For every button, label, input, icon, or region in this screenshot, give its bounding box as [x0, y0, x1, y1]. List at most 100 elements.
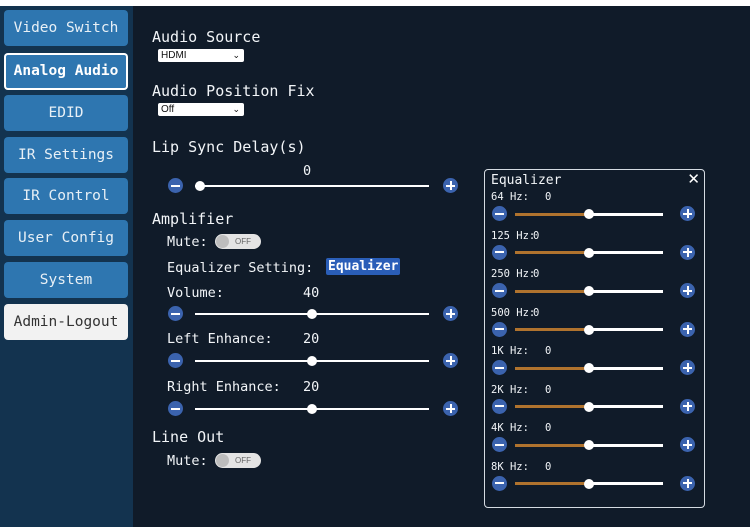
eq-band-decrease-button[interactable]	[492, 437, 507, 452]
eq-band-slider[interactable]	[515, 286, 663, 296]
toggle-knob	[216, 454, 229, 467]
slider-thumb[interactable]	[584, 363, 594, 373]
slider-thumb[interactable]	[584, 247, 594, 258]
eq-band-slider[interactable]	[515, 440, 663, 450]
eq-band-value: 0	[533, 229, 540, 242]
volume-label: Volume:	[167, 285, 224, 301]
lip-sync-increase-button[interactable]	[443, 178, 458, 193]
eq-band-slider[interactable]	[515, 478, 663, 489]
sidebar: Video Switch Analog Audio EDID IR Settin…	[0, 6, 133, 527]
eq-band-label: 4K Hz:	[491, 422, 529, 434]
audio-source-value: HDMI	[161, 50, 187, 61]
slider-fill	[515, 443, 589, 447]
eq-band-label: 1K Hz:	[491, 345, 529, 357]
volume-value: 40	[303, 285, 320, 301]
lip-sync-decrease-button[interactable]	[168, 178, 183, 193]
nav-ir-settings[interactable]: IR Settings	[4, 137, 128, 173]
equalizer-button[interactable]: Equalizer	[326, 258, 401, 275]
eq-band-slider[interactable]	[515, 401, 663, 412]
lineout-mute-toggle[interactable]: OFF	[215, 453, 261, 468]
audio-position-fix-value: Off	[161, 104, 175, 115]
nav-system[interactable]: System	[4, 262, 128, 298]
left-enhance-increase-button[interactable]	[443, 353, 458, 368]
nav-user-config[interactable]: User Config	[4, 220, 128, 256]
nav-admin-logout[interactable]: Admin-Logout	[4, 304, 128, 340]
nav-analog-audio[interactable]: Analog Audio	[4, 53, 128, 90]
eq-band-slider[interactable]	[515, 363, 663, 373]
lip-sync-value: 0	[303, 163, 312, 179]
equalizer-panel: Equalizer ✕ 64 Hz: 0 125 Hz: 0 250 Hz: 0 500 H…	[484, 169, 705, 508]
slider-thumb[interactable]	[584, 401, 594, 412]
eq-band-value: 0	[533, 268, 540, 280]
nav-video-switch[interactable]: Video Switch	[4, 10, 128, 46]
amplifier-title: Amplifier	[152, 210, 234, 228]
slider-fill	[515, 328, 589, 331]
eq-band-increase-button[interactable]	[680, 360, 695, 375]
volume-decrease-button[interactable]	[168, 306, 183, 321]
eq-band-increase-button[interactable]	[680, 244, 695, 260]
slider-thumb[interactable]	[584, 478, 594, 489]
eq-band-value: 0	[545, 422, 552, 434]
volume-slider[interactable]	[195, 309, 429, 319]
lip-sync-label: Lip Sync Delay(s)	[152, 138, 306, 156]
right-enhance-increase-button[interactable]	[443, 401, 458, 416]
slider-fill	[515, 482, 589, 485]
amplifier-mute-toggle[interactable]: OFF	[215, 234, 261, 249]
left-enhance-slider[interactable]	[195, 356, 429, 366]
eq-band-decrease-button[interactable]	[492, 475, 507, 491]
audio-position-fix-select[interactable]: Off ⌄	[158, 103, 244, 116]
eq-band-slider[interactable]	[515, 209, 663, 219]
chevron-down-icon: ⌄	[232, 50, 240, 60]
slider-thumb[interactable]	[195, 181, 205, 191]
eq-band-increase-button[interactable]	[680, 475, 695, 491]
slider-fill	[195, 185, 429, 187]
left-enhance-value: 20	[303, 331, 320, 347]
toggle-knob	[216, 235, 229, 248]
eq-band-decrease-button[interactable]	[492, 360, 507, 375]
eq-band-increase-button[interactable]	[680, 321, 695, 337]
eq-band-slider[interactable]	[515, 324, 663, 335]
slider-thumb[interactable]	[307, 356, 317, 366]
eq-band-value: 0	[545, 191, 552, 203]
eq-band-decrease-button[interactable]	[492, 283, 507, 298]
eq-band-increase-button[interactable]	[680, 206, 695, 221]
eq-band-decrease-button[interactable]	[492, 321, 507, 337]
slider-thumb[interactable]	[584, 440, 594, 450]
right-enhance-decrease-button[interactable]	[168, 401, 183, 416]
audio-source-select[interactable]: HDMI ⌄	[158, 49, 244, 62]
eq-band-decrease-button[interactable]	[492, 244, 507, 260]
left-enhance-decrease-button[interactable]	[168, 353, 183, 368]
volume-increase-button[interactable]	[443, 306, 458, 321]
left-enhance-label: Left Enhance:	[167, 331, 273, 347]
audio-source-label: Audio Source	[152, 28, 261, 46]
lip-sync-slider[interactable]	[195, 181, 429, 191]
toggle-state: OFF	[235, 456, 251, 465]
right-enhance-slider[interactable]	[195, 404, 429, 414]
slider-thumb[interactable]	[584, 324, 594, 335]
eq-band-slider[interactable]	[515, 247, 663, 258]
amplifier-mute-label: Mute:	[167, 234, 208, 250]
eq-band-label: 250 Hz:	[491, 268, 536, 280]
lineout-mute-label: Mute:	[167, 453, 208, 469]
eq-band-increase-button[interactable]	[680, 398, 695, 414]
eq-band-value: 0	[545, 383, 552, 396]
slider-fill	[515, 289, 589, 293]
slider-thumb[interactable]	[584, 209, 594, 219]
chevron-down-icon: ⌄	[232, 104, 240, 114]
eq-band-decrease-button[interactable]	[492, 398, 507, 414]
slider-thumb[interactable]	[307, 404, 317, 414]
close-icon[interactable]: ✕	[687, 170, 700, 188]
eq-band-increase-button[interactable]	[680, 283, 695, 298]
slider-thumb[interactable]	[584, 286, 594, 296]
eq-band-increase-button[interactable]	[680, 437, 695, 452]
eq-band-decrease-button[interactable]	[492, 206, 507, 221]
eq-setting-label: Equalizer Setting:	[167, 260, 314, 276]
eq-band-label: 64 Hz:	[491, 191, 529, 203]
slider-thumb[interactable]	[307, 309, 317, 319]
nav-ir-control[interactable]: IR Control	[4, 178, 128, 214]
right-enhance-value: 20	[303, 379, 320, 395]
eq-band-label: 500 Hz:	[491, 306, 536, 319]
audio-position-fix-label: Audio Position Fix	[152, 82, 315, 100]
nav-edid[interactable]: EDID	[4, 95, 128, 131]
lineout-title: Line Out	[152, 428, 225, 446]
